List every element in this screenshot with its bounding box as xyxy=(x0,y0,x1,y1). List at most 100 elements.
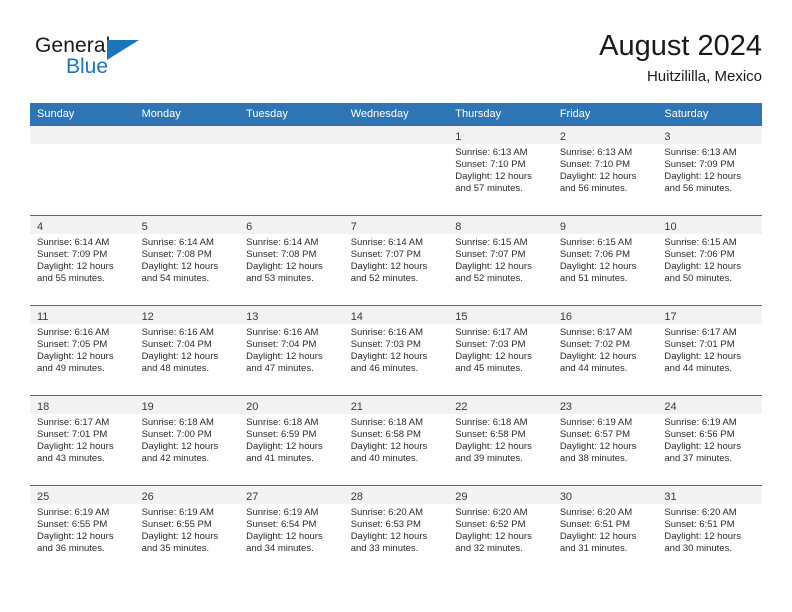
daylight-duration-line2: and 45 minutes. xyxy=(455,363,523,375)
sunset-time: Sunset: 7:06 PM xyxy=(664,249,735,261)
daylight-duration-line1: Daylight: 12 hours xyxy=(455,261,532,273)
calendar-day-cell[interactable]: 10 Sunrise: 6:15 AM Sunset: 7:06 PM Dayligh… xyxy=(657,215,762,306)
daylight-duration-line1: Daylight: 12 hours xyxy=(141,531,219,543)
day-cell-inner xyxy=(30,126,135,215)
calendar-day-cell[interactable]: 1 Sunrise: 6:13 AM Sunset: 7:10 PM Daylight… xyxy=(448,125,553,216)
calendar-day-cell[interactable]: 6 Sunrise: 6:14 AM Sunset: 7:08 PM Daylight… xyxy=(239,215,344,306)
day-number-band: 23 xyxy=(552,396,658,414)
sunrise-time: Sunrise: 6:15 AM xyxy=(559,237,633,248)
day-number: 30 xyxy=(559,491,573,503)
calendar-day-cell[interactable]: 27 Sunrise: 6:19 AM Sunset: 6:54 PM Dayligh… xyxy=(239,485,344,575)
sunset-time: Sunset: 6:58 PM xyxy=(350,429,421,441)
brand-logo[interactable]: General Blue xyxy=(35,34,255,90)
day-cell-inner: 6 Sunrise: 6:14 AM Sunset: 7:08 PM Daylight… xyxy=(239,216,344,305)
day-number: 11 xyxy=(37,311,49,323)
sunrise-time: Sunrise: 6:15 AM xyxy=(455,237,528,248)
day-number: 27 xyxy=(246,491,259,503)
day-sun-info: Sunrise: 6:14 AM Sunset: 7:09 PM Daylight:… xyxy=(30,234,135,285)
daylight-duration-line2: and 54 minutes. xyxy=(141,273,210,285)
calendar-day-cell[interactable]: 13 Sunrise: 6:16 AM Sunset: 7:04 PM Dayligh… xyxy=(239,305,344,396)
day-cell-inner: 1 Sunrise: 6:13 AM Sunset: 7:10 PM Daylight… xyxy=(448,126,553,215)
calendar-day-cell[interactable]: 29 Sunrise: 6:20 AM Sunset: 6:52 PM Dayligh… xyxy=(448,485,553,575)
day-number-band: 28 xyxy=(343,486,449,504)
calendar-day-cell[interactable]: 8 Sunrise: 6:15 AM Sunset: 7:07 PM Daylight… xyxy=(448,215,553,306)
calendar-day-cell[interactable]: 15 Sunrise: 6:17 AM Sunset: 7:03 PM Dayligh… xyxy=(448,305,553,396)
sunset-time: Sunset: 7:04 PM xyxy=(246,339,317,351)
day-sun-info: Sunrise: 6:20 AM Sunset: 6:51 PM Daylight:… xyxy=(553,504,658,555)
day-number-band: 1 xyxy=(448,126,553,144)
day-cell-inner: 19 Sunrise: 6:18 AM Sunset: 7:00 PM Dayligh… xyxy=(134,396,240,485)
sunset-time: Sunset: 7:07 PM xyxy=(350,249,421,261)
day-number-band: 31 xyxy=(657,486,762,504)
daylight-duration-line1: Daylight: 12 hours xyxy=(455,441,532,453)
day-sun-info: Sunrise: 6:15 AM Sunset: 7:06 PM Daylight:… xyxy=(553,234,658,285)
day-number: 29 xyxy=(455,491,468,503)
day-sun-info: Sunrise: 6:20 AM Sunset: 6:52 PM Daylight:… xyxy=(448,504,553,555)
sunrise-time: Sunrise: 6:16 AM xyxy=(141,327,214,338)
day-number-band: 27 xyxy=(239,486,344,504)
calendar-day-cell[interactable]: 7 Sunrise: 6:14 AM Sunset: 7:07 PM Daylight… xyxy=(343,215,449,306)
calendar-day-cell[interactable]: 19 Sunrise: 6:18 AM Sunset: 7:00 PM Dayligh… xyxy=(134,395,240,486)
day-cell-inner: 17 Sunrise: 6:17 AM Sunset: 7:01 PM Dayligh… xyxy=(657,306,762,395)
calendar-day-cell[interactable]: 2 Sunrise: 6:13 AM Sunset: 7:10 PM Daylight… xyxy=(552,125,658,216)
daylight-duration-line2: and 51 minutes. xyxy=(559,273,628,285)
sunrise-time: Sunrise: 6:18 AM xyxy=(141,417,214,428)
title-block: August 2024 Huitzililla, Mexico xyxy=(599,28,762,88)
daylight-duration-line2: and 31 minutes. xyxy=(559,543,628,555)
sunset-time: Sunset: 7:09 PM xyxy=(664,159,735,171)
day-number-band: 24 xyxy=(657,396,762,414)
daylight-duration-line1: Daylight: 12 hours xyxy=(664,531,741,543)
page-title: August 2024 xyxy=(599,30,762,62)
sunrise-time: Sunrise: 6:18 AM xyxy=(246,417,319,428)
daylight-duration-line2: and 57 minutes. xyxy=(455,183,523,195)
day-cell-inner xyxy=(134,126,240,215)
daylight-duration-line1: Daylight: 12 hours xyxy=(350,441,428,453)
day-sun-info: Sunrise: 6:14 AM Sunset: 7:08 PM Daylight:… xyxy=(135,234,240,285)
day-number-band: 3 xyxy=(657,126,762,144)
sunset-time: Sunset: 7:08 PM xyxy=(246,249,317,261)
calendar-day-cell[interactable]: 26 Sunrise: 6:19 AM Sunset: 6:55 PM Dayligh… xyxy=(134,485,240,575)
daylight-duration-line1: Daylight: 12 hours xyxy=(664,441,741,453)
calendar-day-cell[interactable]: 11 Sunrise: 6:16 AM Sunset: 7:05 PM Dayligh… xyxy=(30,305,135,396)
sunrise-time: Sunrise: 6:20 AM xyxy=(455,507,528,518)
sunrise-time: Sunrise: 6:14 AM xyxy=(37,237,110,248)
calendar-day-cell[interactable]: 30 Sunrise: 6:20 AM Sunset: 6:51 PM Dayligh… xyxy=(552,485,658,575)
daylight-duration-line2: and 39 minutes. xyxy=(455,453,523,465)
day-number: 19 xyxy=(141,401,154,413)
sunset-time: Sunset: 7:01 PM xyxy=(37,429,108,441)
sunset-time: Sunset: 7:03 PM xyxy=(455,339,526,351)
calendar-day-cell[interactable]: 31 Sunrise: 6:20 AM Sunset: 6:51 PM Dayligh… xyxy=(657,485,762,575)
calendar-day-cell[interactable]: 14 Sunrise: 6:16 AM Sunset: 7:03 PM Dayligh… xyxy=(343,305,449,396)
daylight-duration-line2: and 49 minutes. xyxy=(37,363,105,375)
day-number: 13 xyxy=(246,311,259,323)
calendar-day-cell[interactable]: 22 Sunrise: 6:18 AM Sunset: 6:58 PM Dayligh… xyxy=(448,395,553,486)
calendar-day-cell[interactable]: 28 Sunrise: 6:20 AM Sunset: 6:53 PM Dayligh… xyxy=(343,485,449,575)
calendar-day-cell[interactable]: 16 Sunrise: 6:17 AM Sunset: 7:02 PM Dayligh… xyxy=(552,305,658,396)
day-sun-info: Sunrise: 6:13 AM Sunset: 7:10 PM Daylight:… xyxy=(448,144,553,195)
calendar-day-cell[interactable]: 20 Sunrise: 6:18 AM Sunset: 6:59 PM Dayligh… xyxy=(239,395,344,486)
daylight-duration-line2: and 38 minutes. xyxy=(559,453,628,465)
calendar-day-cell[interactable]: 17 Sunrise: 6:17 AM Sunset: 7:01 PM Dayligh… xyxy=(657,305,762,396)
calendar-day-cell[interactable]: 24 Sunrise: 6:19 AM Sunset: 6:56 PM Dayligh… xyxy=(657,395,762,486)
calendar-day-cell[interactable]: 25 Sunrise: 6:19 AM Sunset: 6:55 PM Dayligh… xyxy=(30,485,135,575)
calendar-day-cell[interactable]: 5 Sunrise: 6:14 AM Sunset: 7:08 PM Daylight… xyxy=(134,215,240,306)
daylight-duration-line1: Daylight: 12 hours xyxy=(246,351,323,363)
calendar-day-cell[interactable]: 9 Sunrise: 6:15 AM Sunset: 7:06 PM Daylight… xyxy=(552,215,658,306)
sunset-time: Sunset: 6:56 PM xyxy=(664,429,735,441)
calendar-day-cell[interactable]: 12 Sunrise: 6:16 AM Sunset: 7:04 PM Dayligh… xyxy=(134,305,240,396)
calendar-day-cell[interactable]: 4 Sunrise: 6:14 AM Sunset: 7:09 PM Daylight… xyxy=(30,215,135,306)
day-number: 22 xyxy=(455,401,468,413)
daylight-duration-line1: Daylight: 12 hours xyxy=(246,441,323,453)
calendar-day-cell[interactable]: 18 Sunrise: 6:17 AM Sunset: 7:01 PM Dayligh… xyxy=(30,395,135,486)
day-cell-inner: 29 Sunrise: 6:20 AM Sunset: 6:52 PM Dayligh… xyxy=(448,486,553,575)
day-sun-info: Sunrise: 6:17 AM Sunset: 7:01 PM Daylight:… xyxy=(30,414,135,465)
day-sun-info: Sunrise: 6:17 AM Sunset: 7:01 PM Daylight:… xyxy=(657,324,762,375)
day-number-band: 7 xyxy=(343,216,449,234)
calendar-day-cell[interactable]: 23 Sunrise: 6:19 AM Sunset: 6:57 PM Dayligh… xyxy=(552,395,658,486)
day-cell-inner: 8 Sunrise: 6:15 AM Sunset: 7:07 PM Daylight… xyxy=(448,216,553,305)
calendar-day-cell[interactable]: 3 Sunrise: 6:13 AM Sunset: 7:09 PM Daylight… xyxy=(657,125,762,216)
calendar-day-cell[interactable]: 21 Sunrise: 6:18 AM Sunset: 6:58 PM Dayligh… xyxy=(343,395,449,486)
daylight-duration-line1: Daylight: 12 hours xyxy=(664,261,741,273)
sunset-time: Sunset: 6:54 PM xyxy=(246,519,317,531)
daylight-duration-line1: Daylight: 12 hours xyxy=(141,441,219,453)
